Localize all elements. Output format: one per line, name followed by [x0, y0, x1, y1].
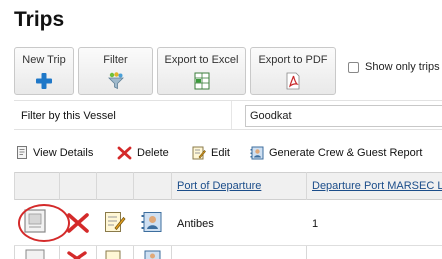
document-icon — [24, 209, 46, 233]
column-header-port-of-departure[interactable]: Port of Departure — [177, 180, 261, 192]
vessel-select[interactable]: Goodkat — [245, 105, 442, 127]
edit-pencil-icon — [105, 212, 126, 232]
document-icon — [25, 249, 45, 259]
contact-card-icon — [144, 250, 161, 259]
contact-card-icon — [141, 212, 162, 232]
filter-button[interactable]: Filter — [78, 47, 153, 95]
document-icon — [17, 146, 27, 159]
view-details-action[interactable]: View Details — [16, 146, 93, 159]
generate-report-label: Generate Crew & Guest Report — [269, 147, 423, 159]
edit-action[interactable]: Edit — [192, 146, 230, 160]
table-row[interactable] — [14, 247, 442, 259]
delete-action[interactable]: Delete — [117, 146, 169, 160]
new-trip-label: New Trip — [22, 54, 66, 66]
cell-marsec-level: 1 — [312, 218, 319, 230]
row-report-button[interactable] — [141, 211, 163, 238]
page-title: Trips — [14, 8, 65, 31]
contact-card-icon — [250, 146, 264, 160]
export-excel-button[interactable]: Export to Excel — [157, 47, 246, 95]
table-row[interactable]: Antibes 1 — [14, 200, 442, 246]
red-x-icon — [67, 251, 87, 259]
vessel-filter-row: Filter by this Vessel Goodkat — [14, 100, 442, 130]
new-trip-button[interactable]: New Trip — [14, 47, 74, 95]
export-pdf-button[interactable]: Export to PDF — [250, 47, 336, 95]
red-x-icon — [67, 213, 89, 233]
edit-pencil-icon — [192, 146, 206, 160]
red-x-icon — [117, 146, 132, 160]
edit-pencil-icon — [105, 250, 121, 259]
export-excel-label: Export to Excel — [164, 54, 239, 66]
view-details-label: View Details — [33, 146, 94, 159]
show-only-trips-toggle[interactable]: Show only trips — [348, 61, 440, 73]
show-only-label: Show only trips — [365, 61, 440, 73]
cell-port-of-departure: Antibes — [177, 218, 214, 230]
excel-icon — [194, 72, 209, 90]
vessel-filter-label: Filter by this Vessel — [21, 110, 116, 122]
row-edit-button[interactable] — [104, 211, 126, 238]
funnel-icon — [107, 72, 124, 90]
show-only-checkbox[interactable] — [348, 61, 359, 73]
divider — [231, 101, 232, 129]
delete-label: Delete — [137, 147, 169, 159]
edit-label: Edit — [211, 147, 230, 159]
trips-grid: Port of Departure Departure Port MARSEC … — [14, 172, 442, 259]
row-delete-button[interactable] — [66, 212, 90, 239]
generate-report-action[interactable]: Generate Crew & Guest Report — [250, 146, 422, 160]
filter-label: Filter — [103, 54, 128, 66]
row-view-details-button[interactable] — [18, 204, 70, 242]
pdf-icon — [286, 72, 300, 90]
export-pdf-label: Export to PDF — [258, 54, 328, 66]
column-header-departure-port-marsec[interactable]: Departure Port MARSEC L — [312, 180, 442, 192]
plus-icon — [36, 73, 52, 89]
